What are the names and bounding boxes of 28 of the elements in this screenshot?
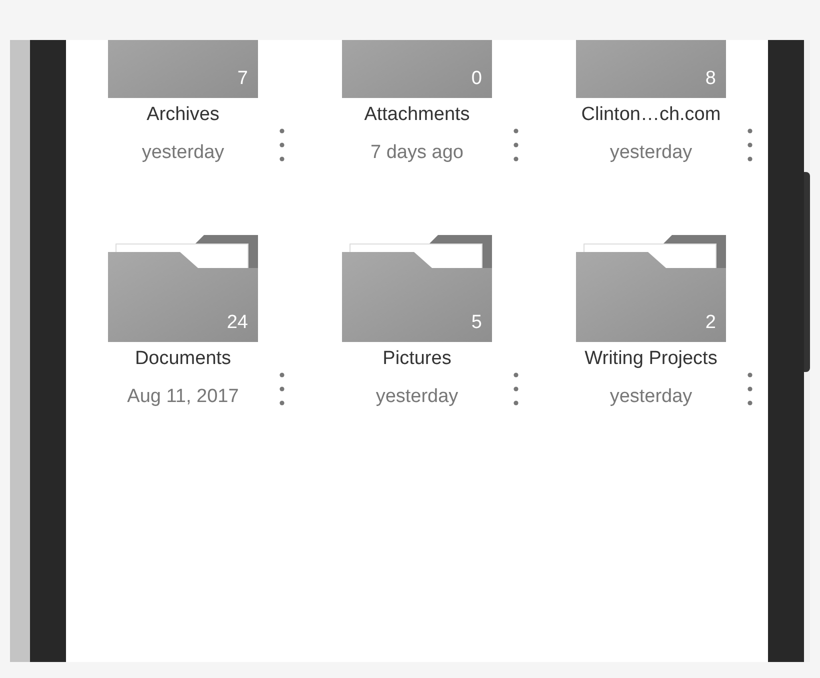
modified-date: yesterday xyxy=(376,385,458,409)
item-count: 0 xyxy=(471,69,482,88)
folder-name[interactable]: Attachments xyxy=(364,101,470,130)
modified-date: yesterday xyxy=(142,141,224,165)
item-count: 7 xyxy=(237,69,248,88)
more-options-icon[interactable] xyxy=(747,128,753,162)
modified-date: Aug 11, 2017 xyxy=(127,385,239,409)
more-options-icon[interactable] xyxy=(279,372,285,406)
modified-date: yesterday xyxy=(610,141,692,165)
item-count: 24 xyxy=(226,313,248,332)
folder-icon[interactable] xyxy=(576,235,726,342)
more-options-icon[interactable] xyxy=(513,128,519,162)
folder-name[interactable]: Clinton…ch.com xyxy=(581,101,721,130)
more-options-icon[interactable] xyxy=(513,372,519,406)
item-count: 8 xyxy=(705,69,716,88)
folder-name[interactable]: Archives xyxy=(146,101,220,130)
scrollbar[interactable] xyxy=(804,172,810,372)
folder-name[interactable]: Writing Projects xyxy=(584,345,718,374)
folder-name[interactable]: Pictures xyxy=(382,345,452,374)
modified-date: yesterday xyxy=(610,385,692,409)
modified-date: 7 days ago xyxy=(370,141,464,165)
folder-icon[interactable] xyxy=(108,235,258,342)
item-count: 2 xyxy=(705,313,716,332)
folder-icon[interactable] xyxy=(342,235,492,342)
item-count: 5 xyxy=(471,313,482,332)
folder-name[interactable]: Documents xyxy=(134,345,232,374)
more-options-icon[interactable] xyxy=(279,128,285,162)
more-options-icon[interactable] xyxy=(747,372,753,406)
